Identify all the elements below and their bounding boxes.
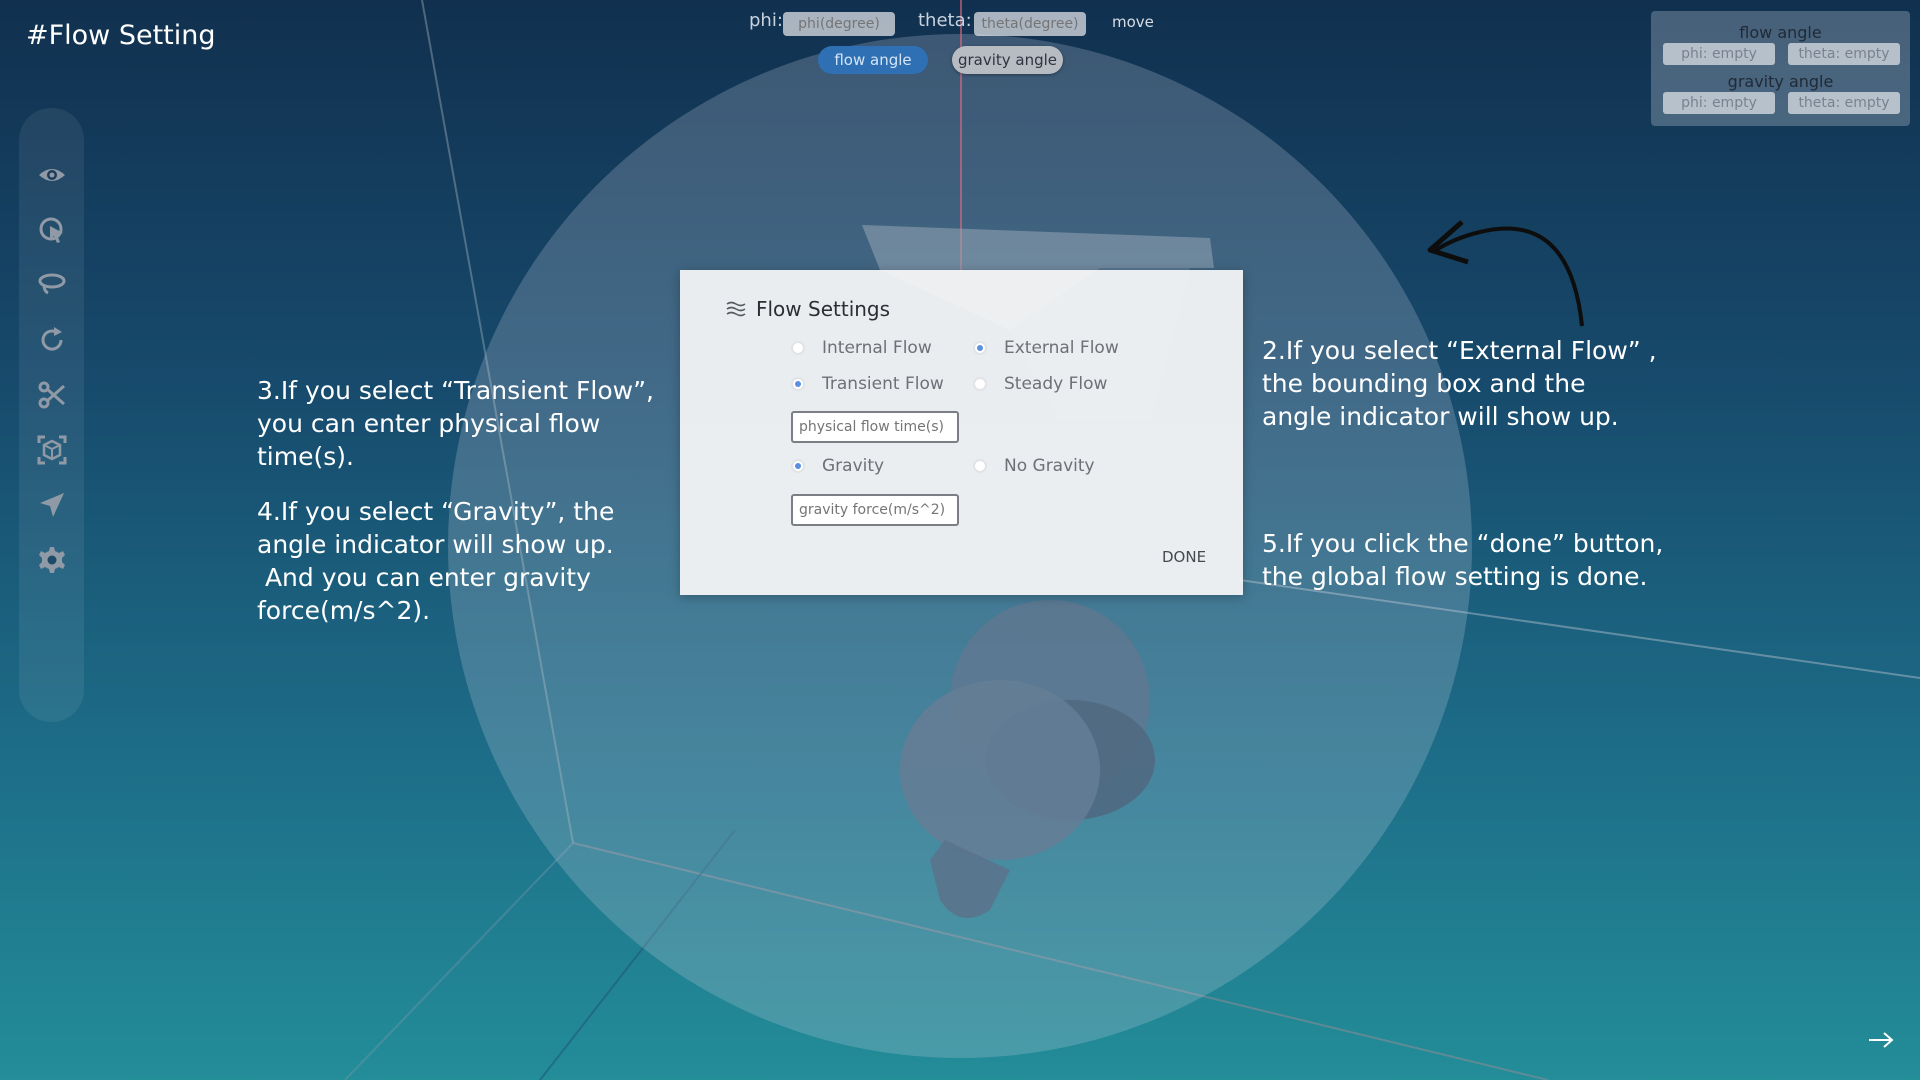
bounding-box-tool-button[interactable] xyxy=(31,429,73,471)
gravity-theta-value: theta: empty xyxy=(1788,92,1900,114)
dialog-title: Flow Settings xyxy=(756,297,891,321)
annotation-done: 5.If you click the “done” button, the gl… xyxy=(1262,529,1664,591)
no-gravity-label: No Gravity xyxy=(1004,456,1095,476)
cursor-select-icon xyxy=(39,217,63,243)
lasso-icon xyxy=(38,273,66,295)
eye-icon xyxy=(39,169,65,181)
radio-indicator xyxy=(791,377,805,391)
radio-indicator xyxy=(973,377,987,391)
annotation-external-flow: 2.If you select “External Flow” , the bo… xyxy=(1262,336,1657,431)
scissors-icon xyxy=(38,381,65,409)
steady-flow-radio[interactable]: Steady Flow xyxy=(973,374,1107,394)
bounding-box-icon xyxy=(37,435,67,465)
arrow-right-icon[interactable] xyxy=(1866,1028,1896,1052)
cut-tool-button[interactable] xyxy=(31,374,73,416)
select-tool-button[interactable] xyxy=(31,209,73,251)
flow-theta-value: theta: empty xyxy=(1788,43,1900,65)
flow-settings-dialog: Flow Settings Internal Flow External Flo… xyxy=(680,270,1243,595)
send-icon xyxy=(40,493,64,517)
gear-icon xyxy=(39,547,65,573)
annotation-gravity: 4.If you select “Gravity”, the angle ind… xyxy=(257,497,615,625)
phi-label: phi: xyxy=(749,10,783,31)
internal-flow-radio[interactable]: Internal Flow xyxy=(791,338,932,358)
rotate-icon xyxy=(41,327,63,351)
gravity-phi-value: phi: empty xyxy=(1663,92,1775,114)
annotation-transient-flow: 3.If you select “Transient Flow”, you ca… xyxy=(257,376,654,471)
page-title: #Flow Setting xyxy=(26,20,216,51)
internal-flow-label: Internal Flow xyxy=(822,338,932,358)
flow-angle-button[interactable]: flow angle xyxy=(818,46,928,74)
external-flow-label: External Flow xyxy=(1004,338,1119,358)
gravity-angle-header: gravity angle xyxy=(1727,72,1834,91)
phi-input[interactable] xyxy=(783,12,895,36)
transient-flow-radio[interactable]: Transient Flow xyxy=(791,374,944,394)
tool-sidebar xyxy=(19,108,84,722)
no-gravity-radio[interactable]: No Gravity xyxy=(973,456,1095,476)
transient-flow-label: Transient Flow xyxy=(822,374,944,394)
gravity-radio[interactable]: Gravity xyxy=(791,456,884,476)
send-tool-button[interactable] xyxy=(31,484,73,526)
radio-indicator xyxy=(973,341,987,355)
physical-flow-time-input[interactable] xyxy=(791,411,959,443)
steady-flow-label: Steady Flow xyxy=(1004,374,1108,394)
flow-phi-value: phi: empty xyxy=(1663,43,1775,65)
gravity-force-input[interactable] xyxy=(791,494,959,526)
angle-readout-panel: flow angle phi: empty theta: empty gravi… xyxy=(1651,11,1910,126)
rotate-tool-button[interactable] xyxy=(31,319,73,361)
radio-indicator xyxy=(791,459,805,473)
settings-tool-button[interactable] xyxy=(31,539,73,581)
gravity-label: Gravity xyxy=(822,456,885,476)
done-button[interactable]: DONE xyxy=(1162,548,1206,566)
radio-indicator xyxy=(791,341,805,355)
theta-input[interactable] xyxy=(974,12,1086,36)
move-button[interactable]: move xyxy=(1112,13,1154,31)
external-flow-radio[interactable]: External Flow xyxy=(973,338,1119,358)
theta-label: theta: xyxy=(918,10,972,31)
radio-indicator xyxy=(973,459,987,473)
gravity-angle-button[interactable]: gravity angle xyxy=(952,46,1063,74)
flow-angle-header: flow angle xyxy=(1739,23,1822,42)
waves-icon xyxy=(726,301,746,317)
view-tool-button[interactable] xyxy=(31,154,73,196)
lasso-tool-button[interactable] xyxy=(31,264,73,306)
